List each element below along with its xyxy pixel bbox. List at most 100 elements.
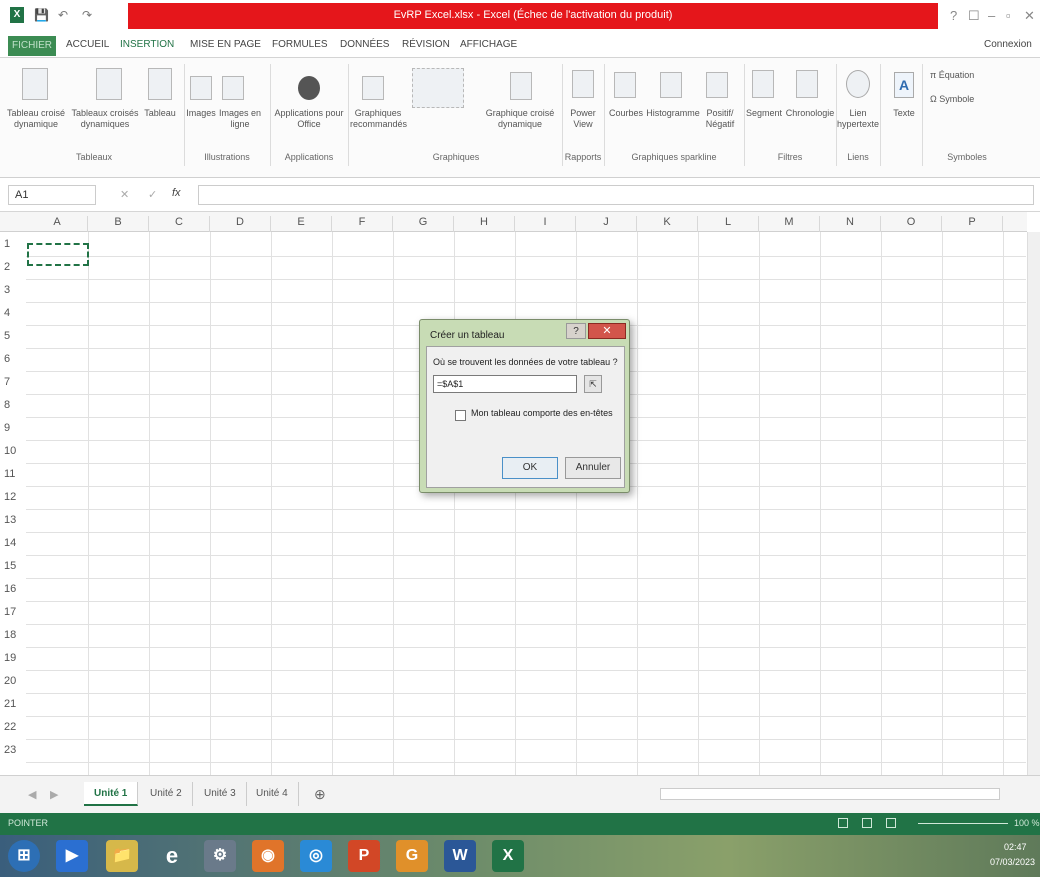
minimize-button[interactable]: – <box>988 8 995 23</box>
tab-revision[interactable]: RÉVISION <box>402 39 450 50</box>
word-icon[interactable]: W <box>444 840 476 872</box>
page-break-icon[interactable] <box>886 818 896 828</box>
slicer-button[interactable]: Segment <box>744 108 784 119</box>
formula-input[interactable] <box>198 185 1034 205</box>
column-gridline <box>698 232 699 775</box>
powerpoint-icon[interactable]: P <box>348 840 380 872</box>
group-sparklines-label: Graphiques sparkline <box>631 152 717 162</box>
recommended-charts-button[interactable]: Graphiques recommandés <box>350 108 407 130</box>
settings-icon[interactable]: ⚙ <box>204 840 236 872</box>
timeline-button[interactable]: Chronologie <box>784 108 836 119</box>
group-divider <box>562 64 563 166</box>
clock-time[interactable]: 02:47 <box>1004 842 1027 852</box>
sheet-tab-unite-4[interactable]: Unité 4 <box>246 782 299 806</box>
column-gridlines <box>0 212 1040 775</box>
dialog-close-button[interactable]: ✕ <box>588 323 626 339</box>
sparkline-column-button[interactable]: Histogramme <box>644 108 702 119</box>
group-divider <box>604 64 605 166</box>
sheet-tab-unite-2[interactable]: Unité 2 <box>140 782 193 806</box>
ribbon-tabs: FICHIER ACCUEIL INSERTION MISE EN PAGE F… <box>0 34 1040 58</box>
undo-icon[interactable]: ↶ <box>58 8 68 22</box>
enter-icon[interactable]: ✓ <box>148 188 157 201</box>
name-box[interactable]: A1 <box>8 185 96 205</box>
power-view-button[interactable]: Power View <box>564 108 602 130</box>
equation-button[interactable]: π Équation <box>930 70 1000 81</box>
redo-icon[interactable]: ↷ <box>82 8 92 22</box>
save-icon[interactable]: 💾 <box>34 8 49 22</box>
spreadsheet-grid[interactable]: ABCDEFGHIJKLMNOP 1 2 3 4 5 6 7 8 9 10 11 12 13 14 15 16… <box>0 212 1040 775</box>
new-sheet-icon[interactable]: ⊕ <box>314 786 326 803</box>
app-g-icon[interactable]: G <box>396 840 428 872</box>
column-gridline <box>454 232 455 775</box>
horizontal-scrollbar[interactable] <box>660 788 1000 800</box>
pivot-table-button[interactable]: Tableau croisé dynamique <box>4 108 68 130</box>
recommended-pivot-icon <box>96 68 122 100</box>
help-icon[interactable]: ? <box>950 8 957 23</box>
clock-date[interactable]: 07/03/2023 <box>990 857 1035 867</box>
vertical-scrollbar[interactable] <box>1027 232 1040 775</box>
column-gridline <box>88 232 89 775</box>
ok-button[interactable]: OK <box>502 457 558 479</box>
file-explorer-icon[interactable]: 📁 <box>106 840 138 872</box>
sparkline-winloss-button[interactable]: Positif/ Négatif <box>700 108 740 130</box>
group-divider <box>348 64 349 166</box>
sheet-tab-unite-1[interactable]: Unité 1 <box>84 782 139 806</box>
tab-formules[interactable]: FORMULES <box>272 39 328 50</box>
ribbon: Tableau croisé dynamique Tableaux croisé… <box>0 58 1040 178</box>
pivot-chart-button[interactable]: Graphique croisé dynamique <box>484 108 556 130</box>
sparkline-line-button[interactable]: Courbes <box>606 108 646 119</box>
tab-accueil[interactable]: ACCUEIL <box>66 39 109 50</box>
table-button[interactable]: Tableau <box>140 108 180 119</box>
normal-view-icon[interactable] <box>838 818 848 828</box>
headers-checkbox-label[interactable]: Mon tableau comporte des en-têtes <box>471 408 613 418</box>
pictures-icon <box>190 76 212 100</box>
chart-types-icon[interactable] <box>412 68 464 108</box>
apps-for-office-button[interactable]: Applications pour Office <box>274 108 344 130</box>
tab-fichier[interactable]: FICHIER <box>8 36 56 56</box>
insert-function-icon[interactable]: fx <box>172 187 181 199</box>
selected-cell-a1[interactable] <box>27 243 89 266</box>
internet-explorer-icon[interactable]: e <box>156 840 188 872</box>
start-button-icon[interactable]: ⊞ <box>8 840 40 872</box>
sheet-nav-next-icon[interactable]: ▶ <box>50 788 58 801</box>
apps-for-office-icon <box>298 76 320 100</box>
excel-taskbar-icon[interactable]: X <box>492 840 524 872</box>
restore-button[interactable]: ▫ <box>1006 8 1011 23</box>
tab-donnees[interactable]: DONNÉES <box>340 39 389 50</box>
cancel-icon[interactable]: ✕ <box>120 188 129 201</box>
browser-icon[interactable]: ◎ <box>300 840 332 872</box>
group-applications-label: Applications <box>284 152 334 162</box>
collapse-range-icon[interactable]: ⇱ <box>584 375 602 393</box>
close-button[interactable]: ✕ <box>1024 8 1035 24</box>
tab-affichage[interactable]: AFFICHAGE <box>460 39 517 50</box>
zoom-slider[interactable] <box>918 823 1008 824</box>
range-input[interactable]: =$A$1 <box>433 375 577 393</box>
sheet-tab-unite-3[interactable]: Unité 3 <box>194 782 247 806</box>
account-link[interactable]: Connexion <box>984 39 1032 50</box>
symbol-button[interactable]: Ω Symbole <box>930 94 1000 105</box>
tab-mise-en-page[interactable]: MISE EN PAGE <box>190 39 261 50</box>
cancel-button[interactable]: Annuler <box>565 457 621 479</box>
page-layout-icon[interactable] <box>862 818 872 828</box>
tab-insertion[interactable]: INSERTION <box>120 39 174 50</box>
headers-checkbox[interactable] <box>455 410 466 421</box>
media-player-icon[interactable]: ▶ <box>56 840 88 872</box>
ribbon-display-icon[interactable]: ☐ <box>968 8 980 24</box>
chrome-icon[interactable]: ◉ <box>252 840 284 872</box>
status-bar: POINTER 100 % <box>0 813 1040 835</box>
text-button[interactable]: Texte <box>884 108 924 119</box>
range-question-label: Où se trouvent les données de votre tabl… <box>433 357 618 367</box>
hyperlink-button[interactable]: Lien hypertexte <box>836 108 880 130</box>
table-icon <box>148 68 172 100</box>
sheet-nav-prev-icon[interactable]: ◀ <box>28 788 36 801</box>
pivot-chart-icon <box>510 72 532 100</box>
dialog-help-button[interactable]: ? <box>566 323 586 339</box>
column-gridline <box>515 232 516 775</box>
online-pictures-button[interactable]: Images en ligne <box>214 108 266 130</box>
sparkline-winloss-icon <box>706 72 728 98</box>
group-liens-label: Liens <box>847 152 869 162</box>
pictures-button[interactable]: Images <box>184 108 218 119</box>
zoom-level[interactable]: 100 % <box>1014 818 1040 828</box>
recommended-pivot-button[interactable]: Tableaux croisés dynamiques <box>68 108 142 130</box>
group-divider <box>880 64 881 166</box>
